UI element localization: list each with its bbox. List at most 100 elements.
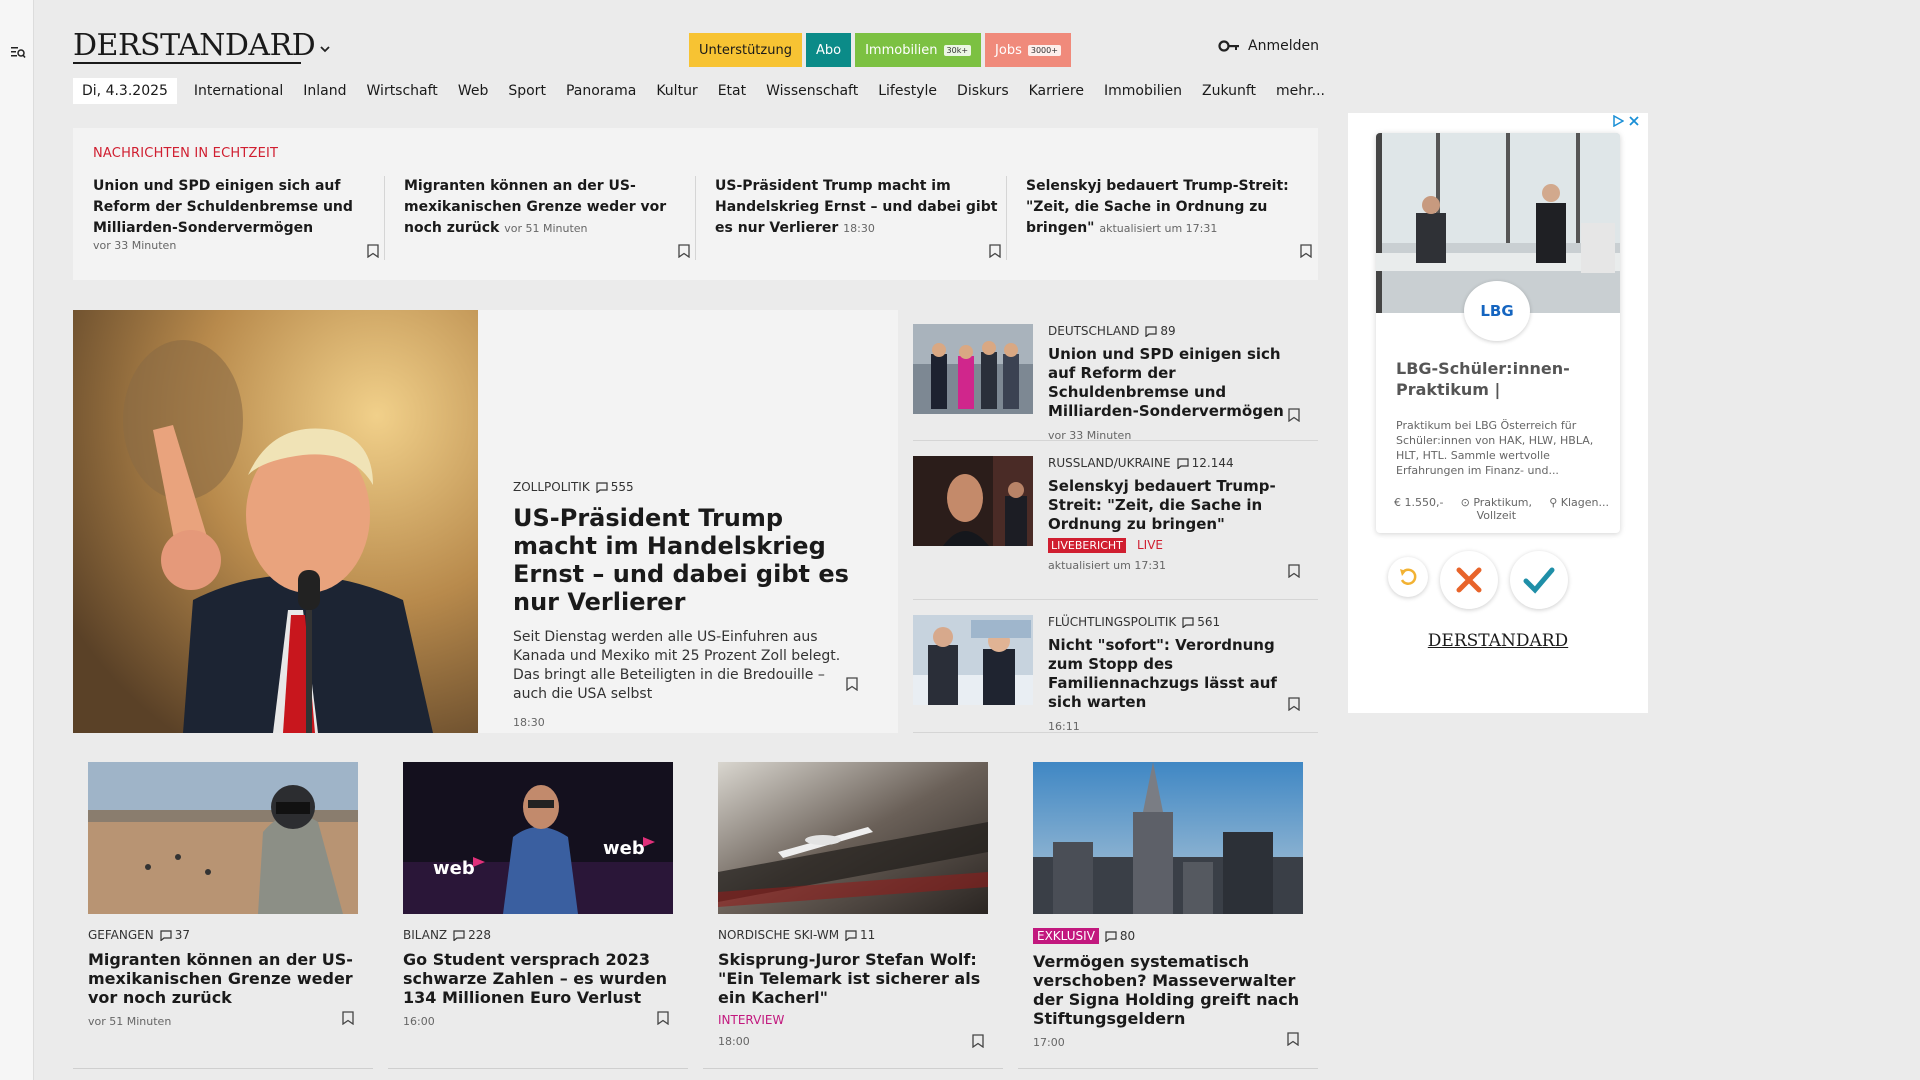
live-item[interactable]: US-Präsident Trump macht im Handelskrieg… [715,176,1005,260]
live-item[interactable]: Migranten können an der US-mexikanischen… [404,176,694,260]
bookmark-icon[interactable] [1288,697,1300,711]
story-card-category: GEFANGEN [88,928,154,942]
bookmark-icon[interactable] [972,1034,984,1048]
ad-card[interactable]: LBG LBG-Schüler:innen-Praktikum | Prakti… [1376,133,1620,533]
immobilien-button[interactable]: Immobilien 30k+ [855,33,982,67]
story-card-title[interactable]: Skisprung-Juror Stefan Wolf: "Ein Telema… [718,950,988,1007]
divider [1006,176,1007,260]
story-card-title[interactable]: Go Student versprach 2023 schwarze Zahle… [403,950,673,1007]
comment-icon [596,481,608,493]
job-ad[interactable]: LBG LBG-Schüler:innen-Praktikum | Prakti… [1348,113,1648,713]
nav-item-karriere[interactable]: Karriere [1029,83,1084,99]
bookmark-icon[interactable] [1287,1032,1299,1046]
hero-title[interactable]: US-Präsident Trump macht im Handelskrieg… [513,504,863,616]
comment-count[interactable]: 37 [160,928,190,942]
comment-count[interactable]: 228 [453,928,491,942]
story-card[interactable]: web web BILANZ 228 Go Student versprach … [403,762,673,1028]
search-menu-icon[interactable] [10,44,26,60]
bookmark-icon[interactable] [1288,564,1300,578]
close-icon[interactable] [1628,115,1640,127]
story-card-title[interactable]: Migranten können an der US-mexikanischen… [88,950,358,1007]
site-logo[interactable]: DERSTANDARD [73,28,316,63]
bookmark-icon[interactable] [846,677,858,691]
divider [703,1068,1003,1069]
bookmark-icon[interactable] [989,244,1001,258]
hero-lead: Seit Dienstag werden alle US-Einfuhren a… [513,629,841,702]
chevron-down-icon[interactable] [318,42,332,56]
nav-item-kultur[interactable]: Kultur [656,83,697,99]
nav-item-inland[interactable]: Inland [303,83,346,99]
comment-icon [1182,616,1194,628]
exclusive-badge: EXKLUSIV [1033,928,1099,944]
live-item-meta: 18:30 [843,222,875,235]
live-news-heading: NACHRICHTEN IN ECHTZEIT [93,146,279,161]
hero-image [73,310,478,733]
immobilien-count-badge: 30k+ [943,44,972,56]
side-story-title[interactable]: Union und SPD einigen sich auf Reform de… [1048,345,1310,421]
live-item[interactable]: Union und SPD einigen sich auf Reform de… [93,176,383,260]
ad-actions [1388,551,1608,611]
story-card-meta: 16:00 [403,1015,435,1028]
story-card[interactable]: GEFANGEN 37 Migranten können an der US-m… [88,762,358,1028]
nav-item-zukunft[interactable]: Zukunft [1202,83,1256,99]
nav-item-more[interactable]: mehr... [1276,83,1325,99]
comment-count[interactable]: 555 [596,480,634,494]
bookmark-icon[interactable] [342,1011,354,1025]
nav-item-immobilien[interactable]: Immobilien [1104,83,1182,99]
hero-story[interactable]: ZOLLPOLITIK 555 US-Präsident Trump macht… [73,310,898,733]
nav-item-wirtschaft[interactable]: Wirtschaft [367,83,438,99]
accept-button[interactable] [1510,551,1568,609]
side-story[interactable]: DEUTSCHLAND 89 Union und SPD einigen sic… [913,310,1318,442]
hero-category: ZOLLPOLITIK [513,480,590,494]
side-story-title[interactable]: Selenskyj bedauert Trump-Streit: "Zeit, … [1048,477,1310,534]
story-card-image: web web [403,762,673,914]
nav-item-etat[interactable]: Etat [718,83,746,99]
key-icon [1218,40,1239,52]
comment-count[interactable]: 11 [845,928,875,942]
nav-item-web[interactable]: Web [458,83,489,99]
comment-count[interactable]: 12.144 [1177,456,1234,470]
story-card-title[interactable]: Vermögen systematisch verschoben? Massev… [1033,952,1303,1028]
story-card[interactable]: EXKLUSIV 80 Vermögen systematisch versch… [1033,762,1303,1049]
nav-item-lifestyle[interactable]: Lifestyle [878,83,937,99]
nav-item-international[interactable]: International [194,83,283,99]
ad-brand-logo[interactable]: DERSTANDARD [1348,631,1648,651]
hero-time: 18:30 [513,716,545,729]
ad-info-icon[interactable] [1612,115,1624,127]
comment-count[interactable]: 561 [1182,615,1220,629]
ad-choices[interactable] [1612,115,1640,127]
nav-item-sport[interactable]: Sport [508,83,546,99]
bookmark-icon[interactable] [1288,408,1300,422]
logo-underline [73,62,301,64]
comment-count[interactable]: 80 [1105,929,1135,943]
bookmark-icon[interactable] [367,244,379,258]
abo-button[interactable]: Abo [805,33,852,67]
undo-button[interactable] [1388,557,1428,597]
side-story-title[interactable]: Nicht "sofort": Verordnung zum Stopp des… [1048,636,1310,712]
nav-item-panorama[interactable]: Panorama [566,83,636,99]
side-story-category: RUSSLAND/UKRAINE [1048,456,1171,470]
side-story[interactable]: RUSSLAND/UKRAINE 12.144 Selenskyj bedaue… [913,442,1318,600]
comment-icon [1105,930,1117,942]
bookmark-icon[interactable] [657,1011,669,1025]
ad-facts: € 1.550,- ⊙ Praktikum, Vollzeit ⚲ Klagen… [1394,496,1609,522]
side-story[interactable]: FLÜCHTLINGSPOLITIK 561 Nicht "sofort": V… [913,601,1318,733]
login-button[interactable]: Anmelden [1218,38,1319,54]
check-icon [1523,567,1555,594]
bookmark-icon[interactable] [678,244,690,258]
bookmark-icon[interactable] [1300,244,1312,258]
story-card[interactable]: NORDISCHE SKI-WM 11 Skisprung-Juror Stef… [718,762,988,1048]
nav-item-wissenschaft[interactable]: Wissenschaft [766,83,858,99]
nav-item-diskurs[interactable]: Diskurs [957,83,1009,99]
support-button[interactable]: Unterstützung [689,33,802,67]
dismiss-button[interactable] [1440,551,1498,609]
svg-text:web: web [603,838,645,859]
comment-count[interactable]: 89 [1145,324,1176,338]
live-item[interactable]: Selenskyj bedauert Trump-Streit: "Zeit, … [1026,176,1316,260]
ad-title[interactable]: LBG-Schüler:innen-Praktikum | [1396,358,1600,400]
jobs-button[interactable]: Jobs 3000+ [985,33,1071,67]
story-card-category: BILANZ [403,928,448,942]
side-story-image [913,324,1033,414]
side-story-meta: aktualisiert um 17:31 [1048,559,1167,572]
close-icon [1456,567,1482,593]
